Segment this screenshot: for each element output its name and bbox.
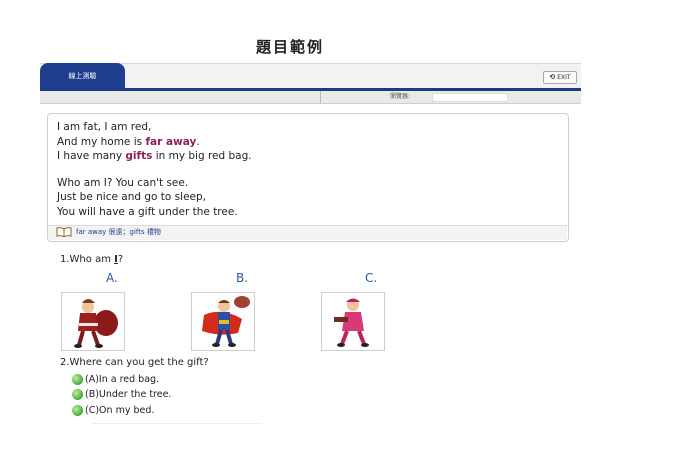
poem-text: .: [196, 135, 200, 148]
browser-field: [432, 93, 508, 102]
poem-text: in my big red bag.: [152, 150, 252, 162]
reading-passage: I am fat, I am red, And my home is far a…: [57, 120, 252, 219]
poem-line: Just be nice and go to sleep,: [57, 191, 206, 203]
exit-label: EXIT: [557, 74, 571, 81]
poem-line: And my home is far away.: [57, 135, 252, 150]
answer-option-a[interactable]: (A)In a red bag.: [72, 374, 159, 385]
browser-label: 瀏覽器:: [390, 93, 411, 100]
page-title: 題目範例: [255, 38, 324, 56]
answer-label: (B)Under the tree.: [85, 389, 172, 400]
highlighted-word[interactable]: gifts: [125, 150, 152, 162]
poem-line: You will have a gift under the tree.: [57, 205, 238, 218]
book-icon: [56, 227, 72, 237]
divider: [320, 91, 321, 103]
tab-online-quiz[interactable]: 線上測驗: [40, 63, 125, 89]
answer-option-b[interactable]: (B)Under the tree.: [72, 389, 171, 400]
exit-icon: ⟲: [549, 73, 556, 81]
poem-line: I have many gifts in my big red bag.: [57, 149, 252, 164]
poem-line: I am fat, I am red,: [57, 121, 152, 133]
vocab-note: far away 很遠；gifts 禮物: [76, 228, 161, 236]
answer-label: (C)On my bed.: [85, 405, 155, 416]
poem-text: I have many: [57, 150, 126, 162]
question-2: 2.Where can you get the gift?: [60, 357, 209, 368]
question-1: 1.Who am I?: [60, 254, 123, 265]
answer-label: (A)In a red bag.: [85, 374, 160, 385]
question-text: 1.Who am: [60, 254, 115, 265]
radio-icon: [72, 374, 83, 385]
answer-option-c[interactable]: (C)On my bed.: [72, 405, 154, 416]
exit-button[interactable]: ⟲ EXIT: [543, 71, 577, 84]
question-text: ?: [117, 254, 124, 265]
highlighted-word[interactable]: far away: [145, 136, 196, 148]
superhero-icon: [202, 296, 250, 347]
character-in-robe-icon: [334, 298, 369, 347]
radio-icon: [72, 389, 83, 400]
character-with-sack-icon: [74, 299, 118, 348]
option-c-label: C.: [365, 271, 378, 285]
option-b-label: B.: [236, 271, 249, 285]
poem-line: Who am I? You can't see.: [57, 176, 189, 189]
option-c-image[interactable]: [321, 292, 385, 351]
option-a-image[interactable]: [61, 292, 125, 351]
radio-icon: [72, 405, 83, 416]
poem-text: And my home is: [57, 135, 146, 148]
option-b-image[interactable]: [191, 292, 255, 351]
option-a-label: A.: [106, 271, 118, 285]
divider: [92, 423, 262, 424]
